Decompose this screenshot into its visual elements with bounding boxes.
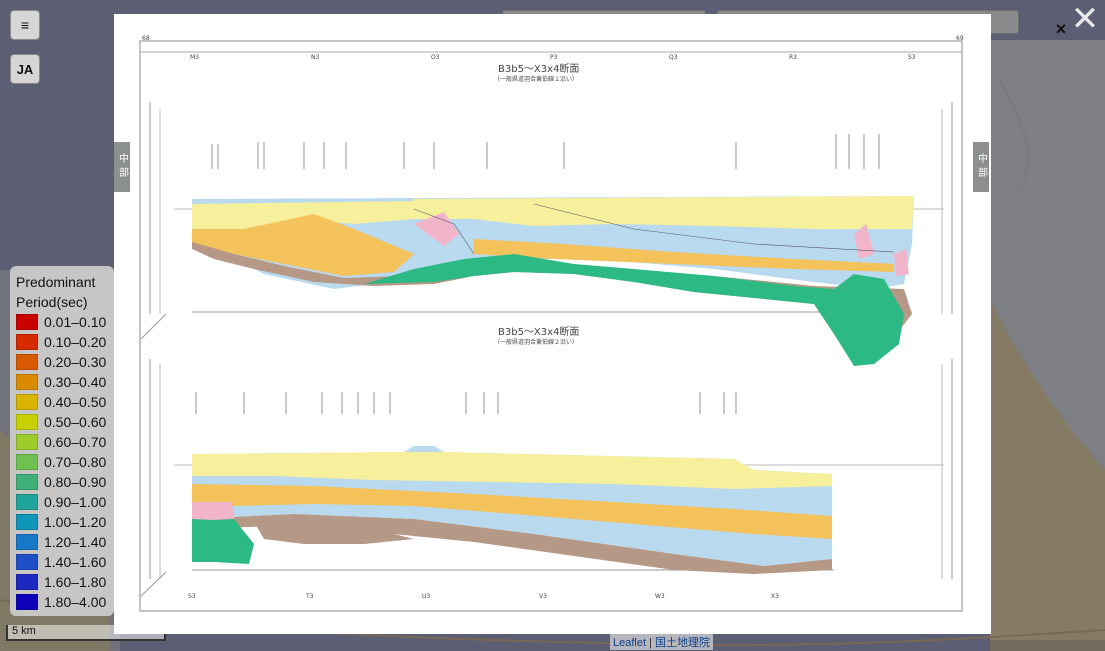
period-legend: Predominant Period(sec) 0.01–0.10 0.10–0.… xyxy=(10,266,114,616)
cross-section-image: 68 69 M3 N3 O3 P3 Q3 R3 S3 B3b5～X3x4断面 （… xyxy=(139,35,964,612)
menu-icon: ≡ xyxy=(20,17,30,33)
lower-section-title: B3b5～X3x4断面 xyxy=(498,325,579,338)
legend-item: 1.60–1.80 xyxy=(16,572,114,592)
legend-label: 1.20–1.40 xyxy=(44,534,107,550)
legend-label: 0.60–0.70 xyxy=(44,434,107,450)
legend-label: 0.50–0.60 xyxy=(44,414,107,430)
scale-label: 5 km xyxy=(12,625,36,637)
legend-swatch xyxy=(16,374,38,390)
leaflet-link[interactable]: Leaflet xyxy=(613,637,646,649)
page-number-left: 68 xyxy=(142,35,150,42)
legend-swatch xyxy=(16,534,38,550)
upper-section-subtitle: （一般県道羽合東伯線１沿い） xyxy=(494,75,578,83)
legend-item: 1.20–1.40 xyxy=(16,532,114,552)
legend-label: 1.80–4.00 xyxy=(44,594,107,610)
grid-label-W3: W3 xyxy=(655,593,665,600)
legend-item: 1.00–1.20 xyxy=(16,512,114,532)
grid-label-T3: T3 xyxy=(305,593,314,600)
legend-title-line1: Predominant xyxy=(16,274,96,290)
legend-item: 0.80–0.90 xyxy=(16,472,114,492)
legend-swatch xyxy=(16,354,38,370)
grid-label-V3: V3 xyxy=(539,593,547,600)
legend-label: 0.30–0.40 xyxy=(44,374,107,390)
grid-label-Q3: Q3 xyxy=(669,54,678,61)
lightbox-outer-close-icon[interactable]: ✕ xyxy=(1070,2,1100,36)
lightbox-next-tab[interactable]: 中部 xyxy=(973,142,989,192)
grid-label-R3: R3 xyxy=(789,54,797,61)
legend-label: 0.70–0.80 xyxy=(44,454,107,470)
grid-label-S3-lower: S3 xyxy=(188,593,196,600)
language-button[interactable]: JA xyxy=(10,54,40,84)
grid-label-M3: M3 xyxy=(190,54,199,61)
legend-item: 0.50–0.60 xyxy=(16,412,114,432)
upper-grid-labels: M3 N3 O3 P3 Q3 R3 S3 xyxy=(190,54,916,61)
legend-label: 0.90–1.00 xyxy=(44,494,107,510)
grid-label-U3: U3 xyxy=(422,593,430,600)
lower-grid-labels: S3 T3 U3 V3 W3 X3 xyxy=(188,593,779,600)
legend-swatch xyxy=(16,474,38,490)
legend-rows: 0.01–0.10 0.10–0.20 0.20–0.30 0.30–0.40 0.40… xyxy=(16,312,114,612)
grid-label-O3: O3 xyxy=(431,54,440,61)
legend-label: 0.01–0.10 xyxy=(44,314,107,330)
legend-swatch xyxy=(16,594,38,610)
legend-swatch xyxy=(16,414,38,430)
legend-item: 0.10–0.20 xyxy=(16,332,114,352)
legend-swatch xyxy=(16,454,38,470)
legend-item: 1.40–1.60 xyxy=(16,552,114,572)
legend-item: 0.20–0.30 xyxy=(16,352,114,372)
legend-item: 1.80–4.00 xyxy=(16,592,114,612)
lightbox-prev-tab[interactable]: 中部 xyxy=(114,142,130,192)
legend-swatch xyxy=(16,514,38,530)
gsi-link[interactable]: 国土地理院 xyxy=(655,637,710,649)
legend-swatch xyxy=(16,394,38,410)
legend-swatch xyxy=(16,334,38,350)
upper-section-title: B3b5～X3x4断面 xyxy=(498,62,579,75)
page-number-right: 69 xyxy=(956,35,964,42)
legend-label: 1.40–1.60 xyxy=(44,554,107,570)
attribution-separator: | xyxy=(649,637,652,649)
legend-label: 0.20–0.30 xyxy=(44,354,107,370)
lower-section xyxy=(140,359,953,597)
legend-item: 0.30–0.40 xyxy=(16,372,114,392)
grid-label-X3: X3 xyxy=(771,593,779,600)
legend-item: 0.40–0.50 xyxy=(16,392,114,412)
legend-swatch xyxy=(16,574,38,590)
legend-label: 0.80–0.90 xyxy=(44,474,107,490)
map-attribution: Leaflet | 国土地理院 xyxy=(610,634,714,650)
legend-item: 0.60–0.70 xyxy=(16,432,114,452)
legend-label: 0.10–0.20 xyxy=(44,334,107,350)
legend-swatch xyxy=(16,554,38,570)
legend-swatch xyxy=(16,314,38,330)
grid-label-S3: S3 xyxy=(908,54,916,61)
close-icon[interactable]: × xyxy=(1052,20,1070,38)
legend-item: 0.90–1.00 xyxy=(16,492,114,512)
legend-label: 0.40–0.50 xyxy=(44,394,107,410)
grid-label-N3: N3 xyxy=(311,54,319,61)
legend-title-line2: Period(sec) xyxy=(16,294,88,310)
legend-label: 1.00–1.20 xyxy=(44,514,107,530)
legend-swatch xyxy=(16,434,38,450)
lower-section-subtitle: （一般県道羽合東伯線２沿い） xyxy=(494,338,578,346)
legend-item: 0.70–0.80 xyxy=(16,452,114,472)
grid-label-P3: P3 xyxy=(550,54,558,61)
legend-swatch xyxy=(16,494,38,510)
legend-item: 0.01–0.10 xyxy=(16,312,114,332)
language-label: JA xyxy=(16,61,34,77)
legend-label: 1.60–1.80 xyxy=(44,574,107,590)
menu-button[interactable]: ≡ xyxy=(10,10,40,40)
